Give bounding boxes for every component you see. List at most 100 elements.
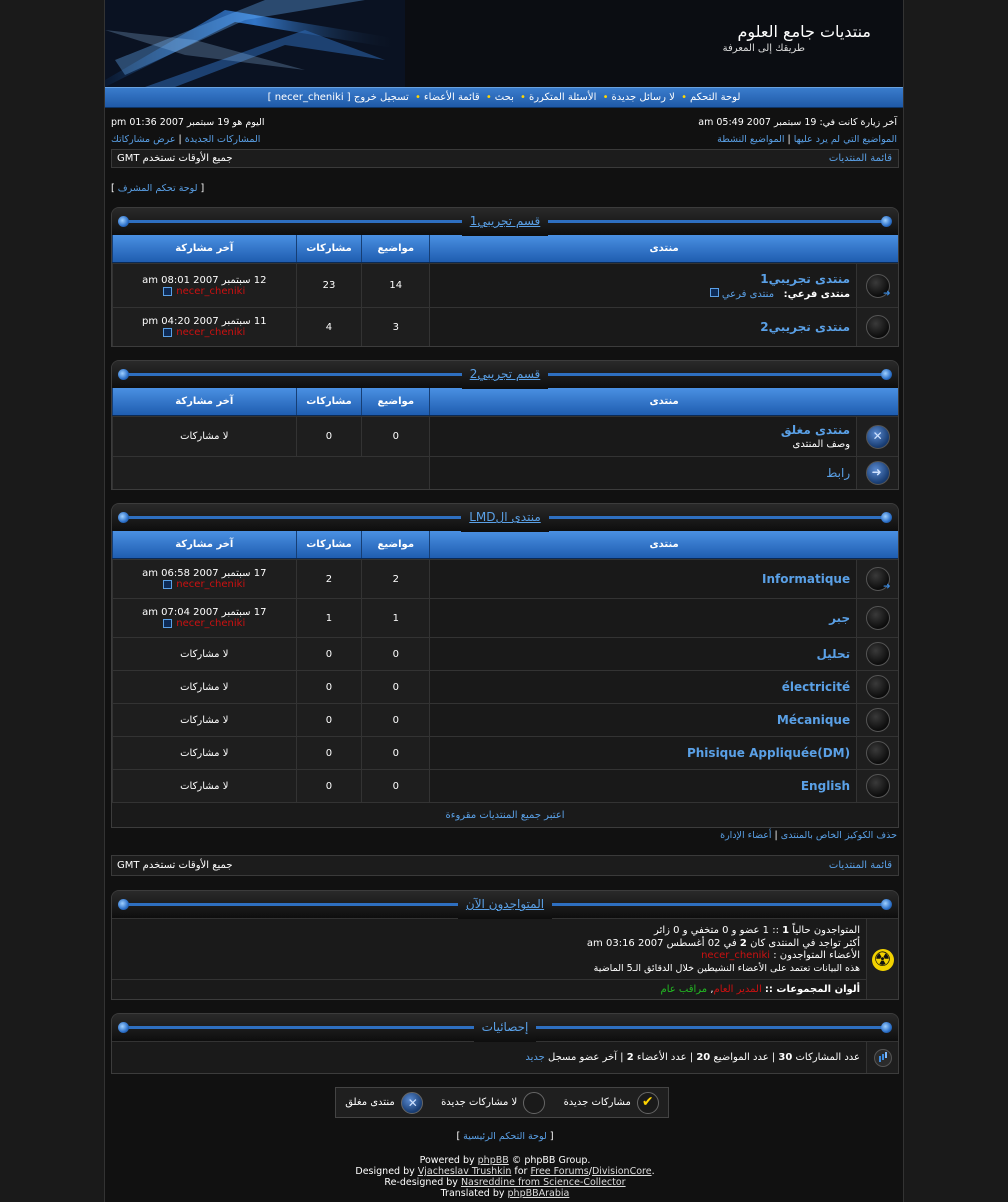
nav-sep: •: [485, 92, 492, 103]
new-posts-link[interactable]: المشاركات الجديدة: [185, 134, 261, 145]
active-topics-link[interactable]: المواضيع النشطة: [717, 134, 784, 145]
forum-name[interactable]: منتدى تجريبي2: [436, 320, 850, 334]
translator-link[interactable]: phpBBArabia: [508, 1188, 570, 1199]
admin-panel-link[interactable]: لوحة تحكم المشرف: [118, 183, 198, 194]
group-legend: ألوان المجموعات :: المدير العام, مراقب ع…: [112, 979, 866, 999]
header-dot-right: [881, 369, 892, 380]
category-header: قسم تجريبي2: [112, 361, 898, 389]
nav-control-panel[interactable]: لوحة التحكم: [690, 92, 740, 103]
last-post-user[interactable]: necer_cheniki: [176, 286, 245, 297]
nav-sep: •: [681, 92, 687, 103]
team-link[interactable]: أعضاء الإدارة: [720, 830, 771, 841]
forum-row: منتدى تجريبي2 3 4 11 سبتمبر 2007 04:20 p…: [112, 307, 898, 346]
nav-search[interactable]: بحث: [495, 92, 514, 103]
phpbb-link[interactable]: phpBB: [478, 1155, 509, 1166]
column-headers: منتدى مواضيع مشاركات آخر مشاركة: [112, 388, 898, 416]
forum-name[interactable]: Mécanique: [777, 713, 850, 727]
redesigner-link[interactable]: Nasreddine from Science-Collector: [461, 1177, 626, 1188]
online-now-detail: :: 1 عضو و 0 متخفي و 0 زائر: [654, 925, 779, 936]
last-post-user[interactable]: necer_cheniki: [176, 579, 245, 590]
group-admin[interactable]: المدير العام: [714, 984, 762, 995]
forum-status: [856, 457, 898, 489]
your-posts-link[interactable]: عرض مشاركاتك: [111, 134, 176, 145]
credits-line-1: Powered by phpBB © phpBB Group.: [105, 1155, 905, 1166]
forum-name[interactable]: تحليل: [816, 647, 850, 661]
forum-status: [856, 264, 898, 307]
nav-faq[interactable]: الأسئلة المتكررة: [529, 92, 596, 103]
subforum-link[interactable]: منتدى فرعي: [722, 289, 774, 300]
forum-status: [856, 417, 898, 456]
category-title-box: منتدى الLMD: [461, 504, 549, 532]
last-post: لا مشاركات: [112, 417, 296, 456]
forum-name[interactable]: Informatique: [762, 572, 850, 586]
designed-by: Designed by: [355, 1166, 415, 1177]
forum-no-new-posts-icon: [865, 741, 890, 765]
col-forum: منتدى: [429, 531, 898, 558]
stats-posts-label: عدد المشاركات: [795, 1052, 860, 1063]
forum-row: Informatique2217 سبتمبر 2007 06:58 amnec…: [112, 559, 898, 598]
view-latest-post-icon[interactable]: [163, 619, 173, 628]
mark-all-read-link[interactable]: اعتبر جميع المنتديات مقروءة: [446, 810, 565, 821]
forum-name[interactable]: رابط: [436, 466, 850, 480]
forum-name[interactable]: جبر: [829, 611, 850, 625]
category-title[interactable]: قسم تجريبي2: [470, 367, 541, 381]
online-member-user[interactable]: necer_cheniki: [701, 950, 770, 961]
header-banner: منتديات جامع العلوم طريقك إلى المعرفة: [105, 0, 903, 87]
online-members: الأعضاء المتواجدون : necer_cheniki: [118, 950, 860, 963]
admin-index-link[interactable]: لوحة التحكم الرئيسية: [463, 1131, 547, 1142]
no-posts: لا مشاركات: [180, 747, 229, 759]
nav-sep: •: [414, 92, 421, 103]
delete-cookies-link[interactable]: حذف الكوكيز الخاص بالمنتدى: [781, 830, 897, 841]
online-content: المتواجدون حالياً 1 :: 1 عضو و 0 متخفي و…: [112, 919, 866, 999]
forum-status: [856, 638, 898, 670]
forum-name[interactable]: English: [801, 779, 850, 793]
col-topics: مواضيع: [361, 235, 429, 262]
forum-row: English 0 0 لا مشاركات: [112, 769, 898, 802]
breadcrumb-bar: قائمة المنتديات جميع الأوقات تستخدم GMT: [111, 149, 899, 168]
forum-link-icon: [865, 461, 890, 485]
search-links: المواضيع التي لم يرد عليها | المواضيع ال…: [717, 134, 897, 145]
unanswered-link[interactable]: المواضيع التي لم يرد عليها: [794, 134, 897, 145]
nav-memberlist[interactable]: قائمة الأعضاء: [424, 92, 480, 103]
forum-name[interactable]: électricité: [782, 680, 850, 694]
view-latest-post-icon[interactable]: [163, 580, 173, 589]
view-latest-post-icon[interactable]: [163, 328, 173, 337]
category-3: منتدى الLMD منتدى مواضيع مشاركات آخر مشا…: [111, 503, 899, 828]
forum-cell: جبر: [429, 599, 857, 637]
category-title[interactable]: منتدى الLMD: [469, 510, 541, 524]
view-latest-post-icon[interactable]: [163, 286, 173, 296]
online-title[interactable]: المتواجدون الآن: [466, 897, 544, 911]
nav-messages[interactable]: لا رسائل جديدة: [612, 92, 675, 103]
designer-link[interactable]: Vjacheslav Trushkin: [418, 1166, 512, 1177]
forum-locked-icon: [865, 424, 890, 449]
forum-name[interactable]: منتدى تجريبي1: [436, 272, 850, 286]
forum-index-link[interactable]: قائمة المنتديات: [829, 150, 892, 167]
post-links: المشاركات الجديدة | عرض مشاركاتك: [111, 134, 261, 145]
division-link[interactable]: DivisionCore: [592, 1166, 652, 1177]
forum-name[interactable]: Phisique Appliquée(DM): [687, 746, 850, 760]
legend-no-new-label: لا مشاركات جديدة: [441, 1097, 518, 1108]
category-title[interactable]: قسم تجريبي1: [470, 214, 541, 228]
forum-new-posts-icon: [865, 273, 891, 299]
forum-no-new-posts-icon: [865, 708, 890, 732]
stats-newest-user[interactable]: جديد: [525, 1052, 544, 1063]
nav-logout[interactable]: تسجيل خروج [ necer_cheniki ]: [268, 92, 409, 103]
forum-row: جبر 1 1 17 سبتمبر 2007 07:04 am necer_chenik…: [112, 598, 898, 637]
posts-count: 23: [295, 264, 362, 307]
stats-topics: 20: [696, 1052, 711, 1063]
no-new-posts-icon: [523, 1091, 546, 1114]
forum-name[interactable]: منتدى مغلق: [436, 423, 850, 437]
free-forums-link[interactable]: Free Forums: [530, 1166, 588, 1177]
group-mod[interactable]: مراقب عام: [661, 984, 708, 995]
current-time: اليوم هو 19 سبتمبر 2007 01:36 pm: [111, 117, 265, 128]
last-post-user[interactable]: necer_cheniki: [176, 327, 245, 338]
timezone-note: جميع الأوقات تستخدم GMT: [117, 153, 233, 164]
last-post-user[interactable]: necer_cheniki: [176, 618, 245, 629]
topics-count: 2: [361, 560, 430, 598]
forum-row: électricité 0 0 لا مشاركات: [112, 670, 898, 703]
forum-index-link[interactable]: قائمة المنتديات: [829, 856, 892, 875]
admin-index-box: [ لوحة التحكم الرئيسية ]: [456, 1131, 554, 1142]
stats-topics-label: عدد المواضيع: [713, 1052, 769, 1063]
last-post-date: 11 سبتمبر 2007 04:20 pm: [141, 316, 267, 327]
category-header: منتدى الLMD: [112, 504, 898, 532]
